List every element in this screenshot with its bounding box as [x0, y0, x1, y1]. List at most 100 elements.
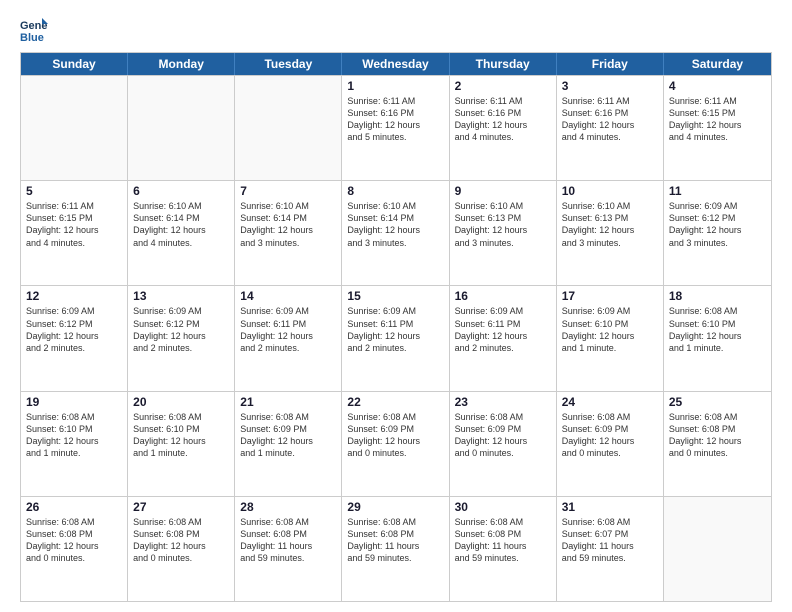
calendar-cell: 13Sunrise: 6:09 AM Sunset: 6:12 PM Dayli… — [128, 286, 235, 390]
calendar-cell — [664, 497, 771, 601]
calendar-cell: 26 Sunrise: 6:08 AM Sunset: 6:08 PM Dayli… — [21, 497, 128, 601]
day-number: 24 — [562, 395, 658, 409]
weekday-header: Tuesday — [235, 53, 342, 75]
day-number: 22 — [347, 395, 443, 409]
calendar-cell: 19 Sunrise: 6:08 AM Sunset: 6:10 PM Dayli… — [21, 392, 128, 496]
logo-icon: General Blue — [20, 16, 48, 44]
calendar-cell: 22Sunrise: 6:08 AM Sunset: 6:09 PM Dayli… — [342, 392, 449, 496]
calendar-cell: 14 Sunrise: 6:09 AM Sunset: 6:11 PM Dayli… — [235, 286, 342, 390]
day-number: 18 — [669, 289, 766, 303]
day-info: Sunrise: 6:10 AM Sunset: 6:14 PM Dayligh… — [347, 200, 443, 249]
calendar-cell: 27 Sunrise: 6:08 AM Sunset: 6:08 PM Dayli… — [128, 497, 235, 601]
calendar-row: 19 Sunrise: 6:08 AM Sunset: 6:10 PM Dayli… — [21, 391, 771, 496]
header: General Blue — [20, 16, 772, 44]
day-info: Sunrise: 6:08 AM Sunset: 6:08 PM Dayligh… — [240, 516, 336, 565]
day-number: 8 — [347, 184, 443, 198]
calendar-cell — [21, 76, 128, 180]
weekday-header: Sunday — [21, 53, 128, 75]
day-number: 1 — [347, 79, 443, 93]
calendar-cell: 20 Sunrise: 6:08 AM Sunset: 6:10 PM Dayli… — [128, 392, 235, 496]
day-number: 12 — [26, 289, 122, 303]
day-number: 17 — [562, 289, 658, 303]
calendar-cell: 1 Sunrise: 6:11 AM Sunset: 6:16 PM Daylig… — [342, 76, 449, 180]
day-info: Sunrise: 6:09 AM Sunset: 6:11 PM Dayligh… — [347, 305, 443, 354]
calendar-cell: 7 Sunrise: 6:10 AM Sunset: 6:14 PM Daylig… — [235, 181, 342, 285]
day-number: 19 — [26, 395, 122, 409]
calendar-cell — [128, 76, 235, 180]
day-number: 23 — [455, 395, 551, 409]
calendar-cell: 16 Sunrise: 6:09 AM Sunset: 6:11 PM Dayli… — [450, 286, 557, 390]
day-number: 27 — [133, 500, 229, 514]
day-number: 25 — [669, 395, 766, 409]
calendar-cell: 30 Sunrise: 6:08 AM Sunset: 6:08 PM Dayli… — [450, 497, 557, 601]
calendar-cell: 10 Sunrise: 6:10 AM Sunset: 6:13 PM Dayli… — [557, 181, 664, 285]
day-number: 31 — [562, 500, 658, 514]
day-number: 3 — [562, 79, 658, 93]
day-info: Sunrise: 6:10 AM Sunset: 6:13 PM Dayligh… — [562, 200, 658, 249]
day-info: Sunrise: 6:08 AM Sunset: 6:07 PM Dayligh… — [562, 516, 658, 565]
weekday-header: Thursday — [450, 53, 557, 75]
day-number: 5 — [26, 184, 122, 198]
calendar-row: 12 Sunrise: 6:09 AM Sunset: 6:12 PM Dayli… — [21, 285, 771, 390]
day-info: Sunrise: 6:08 AM Sunset: 6:08 PM Dayligh… — [669, 411, 766, 460]
day-number: 11 — [669, 184, 766, 198]
day-number: 6 — [133, 184, 229, 198]
day-number: 2 — [455, 79, 551, 93]
day-number: 20 — [133, 395, 229, 409]
calendar-cell: 2Sunrise: 6:11 AM Sunset: 6:16 PM Daylig… — [450, 76, 557, 180]
day-number: 16 — [455, 289, 551, 303]
day-number: 26 — [26, 500, 122, 514]
day-info: Sunrise: 6:08 AM Sunset: 6:08 PM Dayligh… — [455, 516, 551, 565]
day-info: Sunrise: 6:11 AM Sunset: 6:15 PM Dayligh… — [26, 200, 122, 249]
svg-text:Blue: Blue — [20, 32, 44, 44]
day-info: Sunrise: 6:10 AM Sunset: 6:14 PM Dayligh… — [240, 200, 336, 249]
calendar-cell: 17 Sunrise: 6:09 AM Sunset: 6:10 PM Dayli… — [557, 286, 664, 390]
day-info: Sunrise: 6:08 AM Sunset: 6:09 PM Dayligh… — [455, 411, 551, 460]
weekday-header: Wednesday — [342, 53, 449, 75]
day-info: Sunrise: 6:11 AM Sunset: 6:15 PM Dayligh… — [669, 95, 766, 144]
day-info: Sunrise: 6:09 AM Sunset: 6:11 PM Dayligh… — [240, 305, 336, 354]
calendar-cell: 9Sunrise: 6:10 AM Sunset: 6:13 PM Daylig… — [450, 181, 557, 285]
calendar-cell: 5 Sunrise: 6:11 AM Sunset: 6:15 PM Daylig… — [21, 181, 128, 285]
day-number: 28 — [240, 500, 336, 514]
day-number: 14 — [240, 289, 336, 303]
calendar-row: 5 Sunrise: 6:11 AM Sunset: 6:15 PM Daylig… — [21, 180, 771, 285]
day-info: Sunrise: 6:08 AM Sunset: 6:08 PM Dayligh… — [133, 516, 229, 565]
day-number: 4 — [669, 79, 766, 93]
day-info: Sunrise: 6:08 AM Sunset: 6:10 PM Dayligh… — [26, 411, 122, 460]
calendar-cell: 21 Sunrise: 6:08 AM Sunset: 6:09 PM Dayli… — [235, 392, 342, 496]
calendar-cell: 18Sunrise: 6:08 AM Sunset: 6:10 PM Dayli… — [664, 286, 771, 390]
day-info: Sunrise: 6:10 AM Sunset: 6:13 PM Dayligh… — [455, 200, 551, 249]
calendar: SundayMondayTuesdayWednesdayThursdayFrid… — [20, 52, 772, 602]
calendar-cell: 15Sunrise: 6:09 AM Sunset: 6:11 PM Dayli… — [342, 286, 449, 390]
day-number: 21 — [240, 395, 336, 409]
day-info: Sunrise: 6:08 AM Sunset: 6:09 PM Dayligh… — [562, 411, 658, 460]
day-info: Sunrise: 6:10 AM Sunset: 6:14 PM Dayligh… — [133, 200, 229, 249]
day-info: Sunrise: 6:11 AM Sunset: 6:16 PM Dayligh… — [562, 95, 658, 144]
weekday-header: Friday — [557, 53, 664, 75]
day-info: Sunrise: 6:09 AM Sunset: 6:10 PM Dayligh… — [562, 305, 658, 354]
day-info: Sunrise: 6:09 AM Sunset: 6:11 PM Dayligh… — [455, 305, 551, 354]
calendar-header: SundayMondayTuesdayWednesdayThursdayFrid… — [21, 53, 771, 75]
day-info: Sunrise: 6:11 AM Sunset: 6:16 PM Dayligh… — [347, 95, 443, 144]
day-info: Sunrise: 6:08 AM Sunset: 6:08 PM Dayligh… — [26, 516, 122, 565]
calendar-cell: 4 Sunrise: 6:11 AM Sunset: 6:15 PM Daylig… — [664, 76, 771, 180]
calendar-cell: 23 Sunrise: 6:08 AM Sunset: 6:09 PM Dayli… — [450, 392, 557, 496]
day-info: Sunrise: 6:08 AM Sunset: 6:09 PM Dayligh… — [240, 411, 336, 460]
day-number: 30 — [455, 500, 551, 514]
day-number: 10 — [562, 184, 658, 198]
day-number: 29 — [347, 500, 443, 514]
calendar-cell — [235, 76, 342, 180]
day-info: Sunrise: 6:09 AM Sunset: 6:12 PM Dayligh… — [669, 200, 766, 249]
calendar-cell: 25 Sunrise: 6:08 AM Sunset: 6:08 PM Dayli… — [664, 392, 771, 496]
day-info: Sunrise: 6:09 AM Sunset: 6:12 PM Dayligh… — [26, 305, 122, 354]
day-info: Sunrise: 6:08 AM Sunset: 6:10 PM Dayligh… — [133, 411, 229, 460]
day-number: 7 — [240, 184, 336, 198]
calendar-cell: 24 Sunrise: 6:08 AM Sunset: 6:09 PM Dayli… — [557, 392, 664, 496]
weekday-header: Monday — [128, 53, 235, 75]
page: General Blue SundayMondayTuesdayWednesda… — [0, 0, 792, 612]
day-info: Sunrise: 6:09 AM Sunset: 6:12 PM Dayligh… — [133, 305, 229, 354]
calendar-cell: 3 Sunrise: 6:11 AM Sunset: 6:16 PM Daylig… — [557, 76, 664, 180]
weekday-header: Saturday — [664, 53, 771, 75]
calendar-row: 26 Sunrise: 6:08 AM Sunset: 6:08 PM Dayli… — [21, 496, 771, 601]
